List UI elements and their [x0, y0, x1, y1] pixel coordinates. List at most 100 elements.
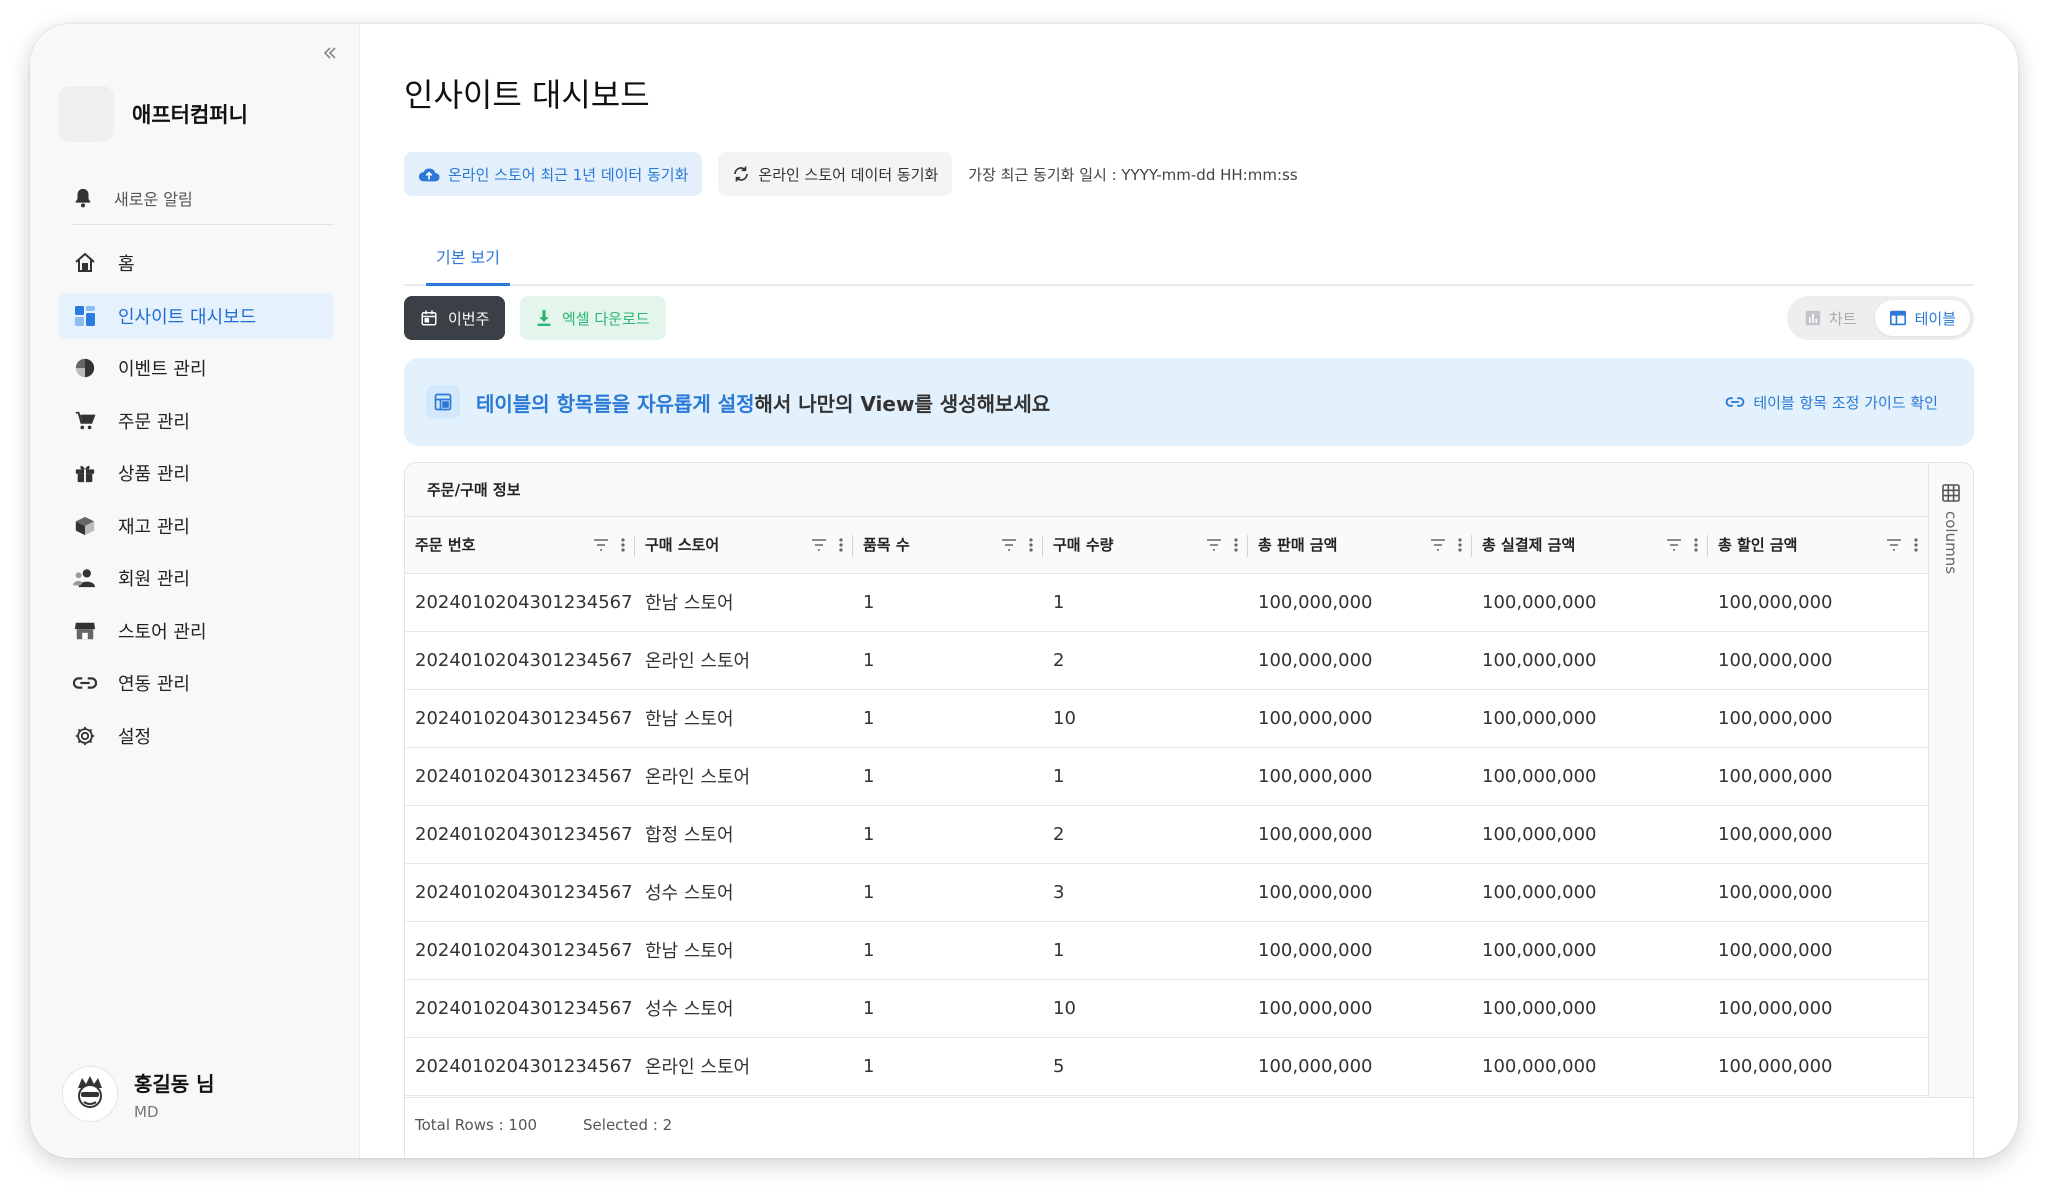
table-cell: 10 [1043, 979, 1248, 1038]
info-banner: 테이블의 항목들을 자유롭게 설정해서 나만의 View를 생성해보세요 테이블… [404, 358, 1974, 446]
sidebar-item-label: 인사이트 대시보드 [118, 306, 257, 328]
filter-icon[interactable] [1430, 538, 1446, 551]
table-cell: 2 [1043, 631, 1248, 690]
sidebar-item-events[interactable]: 이벤트 관리 [58, 345, 334, 391]
sidebar-item-members[interactable]: 회원 관리 [58, 555, 334, 601]
store-icon [72, 618, 98, 644]
table-row[interactable]: 2024010204301234567 온라인 스토어 1 5 100,000,000 1… [405, 1037, 1928, 1096]
gear-icon [72, 723, 98, 749]
table-view-button[interactable]: 테이블 [1874, 300, 1970, 336]
column-header[interactable]: 구매 스토어 [635, 517, 853, 574]
more-vertical-icon[interactable] [1694, 538, 1698, 552]
guide-link-label: 테이블 항목 조정 가이드 확인 [1753, 393, 1938, 412]
sidebar-item-label: 홈 [118, 254, 135, 275]
table-cell: 2 [1043, 805, 1248, 864]
tab-default-view[interactable]: 기본 보기 [426, 244, 510, 286]
columns-panel-toggle[interactable]: columns [1928, 463, 1973, 1158]
sidebar-item-label: 재고 관리 [118, 516, 190, 538]
column-header-label: 총 판매 금액 [1258, 536, 1338, 555]
table-icon [1889, 310, 1906, 326]
table-row[interactable]: 2024010204301234567 성수 스토어 1 10 100,000,000 1… [405, 979, 1928, 1038]
table-cell: 100,000,000 [1248, 747, 1472, 806]
table-cell: 1 [853, 805, 1043, 864]
table-cell: 온라인 스토어 [635, 747, 853, 806]
table-cell: 1 [853, 631, 1043, 690]
sidebar-item-inventory[interactable]: 재고 관리 [58, 503, 334, 549]
more-vertical-icon[interactable] [839, 538, 843, 552]
filter-icon[interactable] [1206, 538, 1222, 551]
table-cell: 100,000,000 [1472, 863, 1708, 922]
table-cell: 한남 스토어 [635, 921, 853, 980]
double-chevron-left-icon [323, 47, 336, 59]
filter-icon[interactable] [1886, 538, 1902, 551]
more-vertical-icon[interactable] [1029, 538, 1033, 552]
table-row[interactable]: 2024010204301234567 한남 스토어 1 10 100,000,000 1… [405, 689, 1928, 748]
table-cell: 2024010204301234567 [405, 979, 635, 1038]
sync-year-button[interactable]: 온라인 스토어 최근 1년 데이터 동기화 [404, 152, 703, 196]
column-header[interactable]: 구매 수량 [1043, 517, 1248, 574]
guide-link[interactable]: 테이블 항목 조정 가이드 확인 [1725, 392, 1938, 413]
calendar-icon [421, 310, 437, 326]
table-cell: 100,000,000 [1248, 573, 1472, 632]
filter-icon[interactable] [1666, 538, 1682, 551]
filter-icon[interactable] [1001, 538, 1017, 551]
sidebar-item-home[interactable]: 홈 [58, 240, 334, 286]
sidebar-item-orders[interactable]: 주문 관리 [58, 398, 334, 444]
table-cell: 100,000,000 [1248, 631, 1472, 690]
date-range-button[interactable]: 이번주 [404, 296, 506, 340]
sidebar-item-products[interactable]: 상품 관리 [58, 450, 334, 496]
sidebar-item-integrations[interactable]: 연동 관리 [58, 660, 334, 706]
more-vertical-icon[interactable] [621, 538, 625, 552]
table-cell: 온라인 스토어 [635, 631, 853, 690]
column-header[interactable]: 총 할인 금액 [1708, 517, 1928, 574]
table-row[interactable]: 2024010204301234567 한남 스토어 1 1 100,000,000 10… [405, 573, 1928, 632]
sidebar-item-label: 연동 관리 [118, 674, 190, 695]
table-cell: 100,000,000 [1708, 921, 1928, 980]
table-cell: 1 [1043, 573, 1248, 632]
table-cell: 100,000,000 [1248, 979, 1472, 1038]
table-row[interactable]: 2024010204301234567 온라인 스토어 1 2 100,000,000 1… [405, 631, 1928, 690]
user-profile[interactable]: 홍길동 님 MD [62, 1066, 215, 1122]
sidebar-nav: 홈 인사이트 대시보드 이벤트 관리 주문 관리 상품 관리 재고 관리 회원 … [58, 240, 334, 765]
table-footer: Total Rows : 100 Selected : 2 [405, 1097, 1973, 1157]
table-cell: 2024010204301234567 [405, 631, 635, 690]
column-header[interactable]: 총 실결제 금액 [1472, 517, 1708, 574]
data-table-card: 주문/구매 정보 주문 번호 구매 스토어 품목 수 구매 수량 총 판매 금액 총 실결… [404, 462, 1974, 1158]
filter-icon[interactable] [811, 538, 827, 551]
table-row[interactable]: 2024010204301234567 한남 스토어 1 1 100,000,000 10… [405, 921, 1928, 980]
table-cell: 한남 스토어 [635, 689, 853, 748]
table-cell: 1 [1043, 921, 1248, 980]
gift-icon [72, 460, 98, 486]
columns-label: columns [1942, 511, 1960, 575]
user-role: MD [134, 1102, 159, 1121]
sidebar-item-stores[interactable]: 스토어 관리 [58, 608, 334, 654]
box-icon [72, 513, 98, 539]
sidebar-item-settings[interactable]: 설정 [58, 713, 334, 759]
column-header[interactable]: 주문 번호 [405, 517, 635, 574]
column-header[interactable]: 총 판매 금액 [1248, 517, 1472, 574]
column-header[interactable]: 품목 수 [853, 517, 1043, 574]
chart-view-button[interactable]: 차트 [1791, 300, 1871, 336]
table-cell: 100,000,000 [1472, 805, 1708, 864]
sidebar: 애프터컴퍼니 새로운 알림 홈 인사이트 대시보드 이벤트 관리 주문 관리 상… [30, 24, 360, 1158]
sync-button[interactable]: 온라인 스토어 데이터 동기화 [718, 152, 953, 196]
bell-icon [75, 188, 91, 208]
more-vertical-icon[interactable] [1458, 538, 1462, 552]
collapse-sidebar-button[interactable] [315, 38, 345, 68]
notification-link[interactable]: 새로운 알림 [72, 186, 334, 225]
sidebar-item-label: 상품 관리 [118, 464, 190, 485]
table-view-label: 테이블 [1914, 309, 1956, 328]
excel-download-button[interactable]: 엑셀 다운로드 [520, 296, 666, 340]
table-row[interactable]: 2024010204301234567 성수 스토어 1 3 100,000,000 10… [405, 863, 1928, 922]
table-row[interactable]: 2024010204301234567 온라인 스토어 1 1 100,000,000 1… [405, 747, 1928, 806]
more-vertical-icon[interactable] [1234, 538, 1238, 552]
filter-icon[interactable] [593, 538, 609, 551]
brand: 애프터컴퍼니 [58, 86, 248, 142]
page-title: 인사이트 대시보드 [404, 76, 650, 114]
more-vertical-icon[interactable] [1914, 538, 1918, 552]
banner-highlight: 테이블의 항목들을 자유롭게 설정 [476, 391, 755, 416]
sidebar-item-insight-dashboard[interactable]: 인사이트 대시보드 [58, 292, 334, 339]
column-header-label: 주문 번호 [415, 536, 476, 555]
table-cell: 2024010204301234567 [405, 921, 635, 980]
table-row[interactable]: 2024010204301234567 합정 스토어 1 2 100,000,000 10… [405, 805, 1928, 864]
